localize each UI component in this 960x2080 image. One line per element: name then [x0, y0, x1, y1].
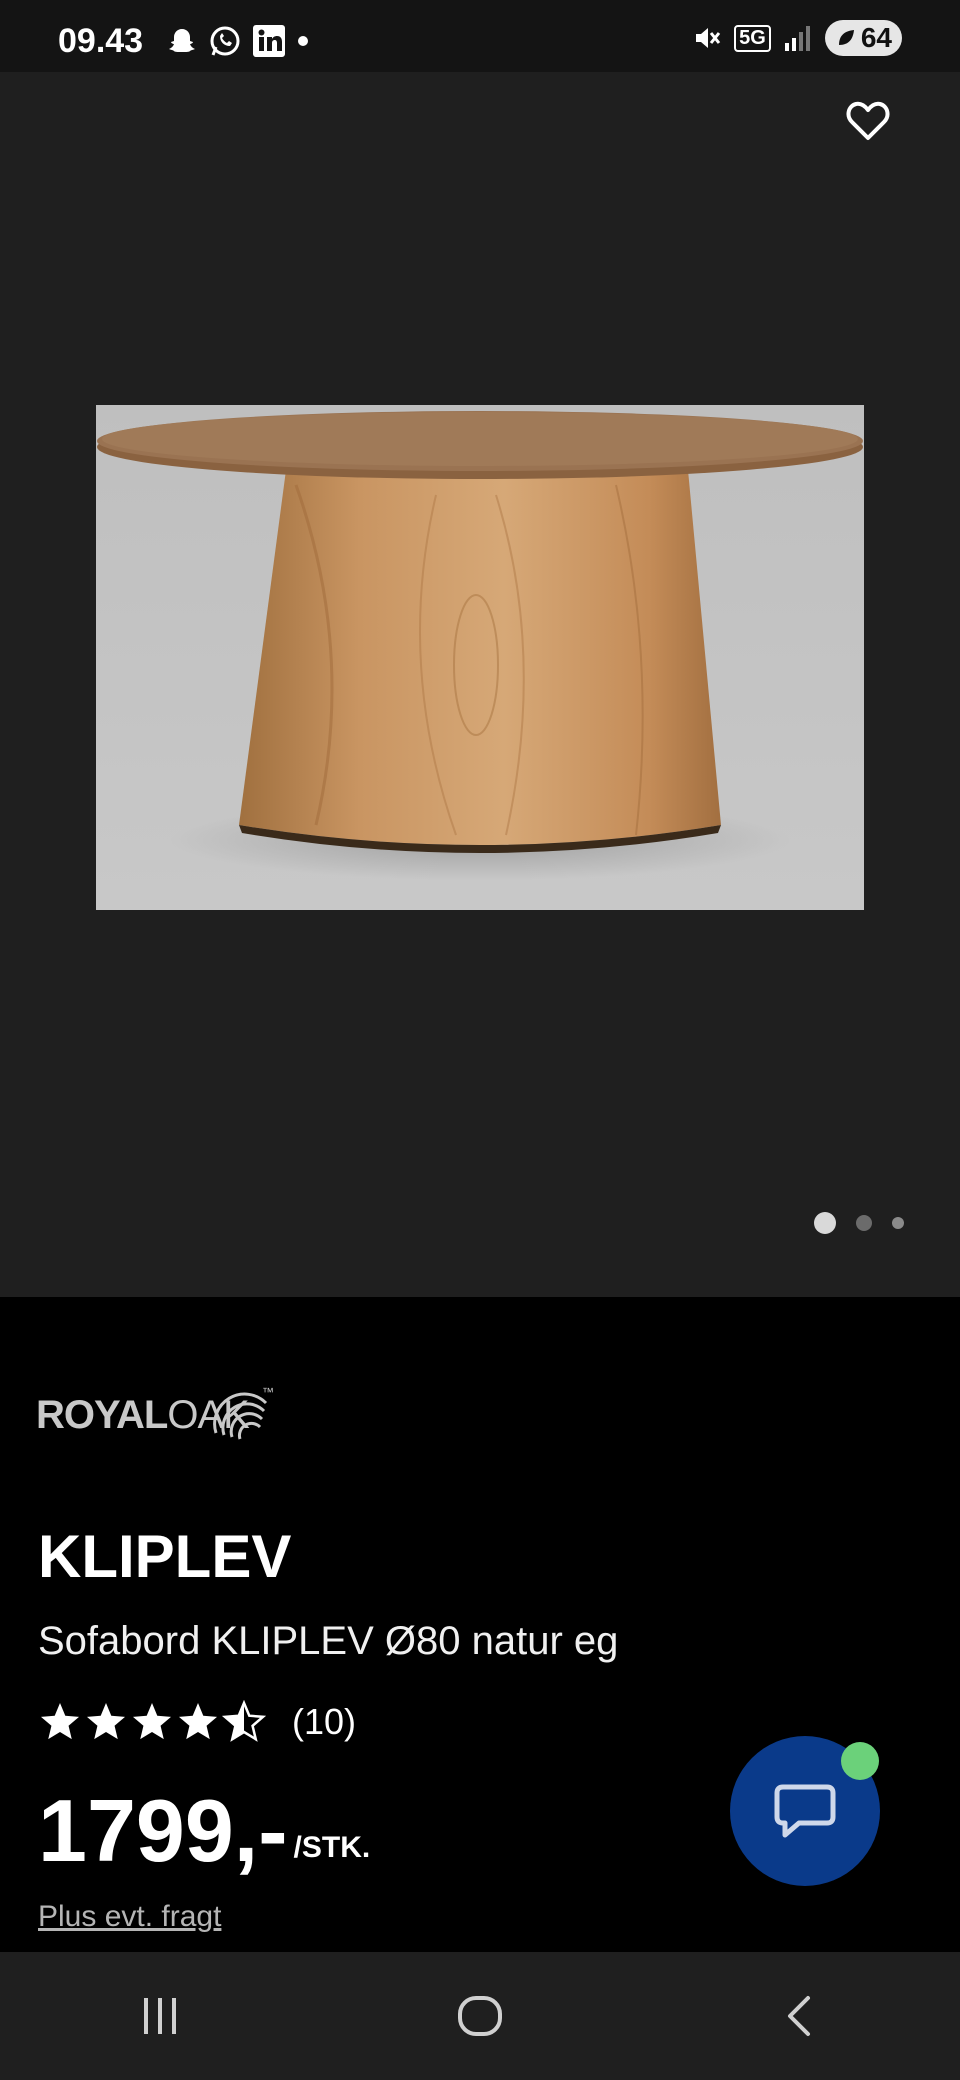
star-full-icon [178, 1703, 218, 1740]
system-icons: 5G 64 [690, 20, 902, 56]
recent-apps-button[interactable] [120, 1976, 200, 2056]
rating-stars [40, 1700, 266, 1742]
product-name: KLIPLEV [38, 1523, 292, 1590]
system-navigation-bar [0, 1952, 960, 2080]
gallery-pagination [814, 1212, 904, 1234]
status-bar: 09.43 5G 64 [0, 0, 960, 72]
back-chevron-icon [788, 1996, 810, 2036]
chat-bubble-icon [774, 1784, 836, 1838]
brand-trademark: ™ [262, 1385, 274, 1399]
snapchat-icon [169, 29, 195, 52]
star-full-icon [132, 1703, 172, 1740]
gallery-dot-1[interactable] [814, 1212, 836, 1234]
linkedin-icon [253, 25, 285, 57]
signal-icon [784, 26, 810, 51]
battery-percent: 64 [860, 22, 892, 53]
home-button[interactable] [440, 1976, 520, 2056]
price-value: 1799,- [38, 1781, 288, 1880]
coffee-table-illustration [96, 405, 864, 910]
chat-online-indicator [841, 1742, 879, 1780]
mute-icon [696, 28, 721, 48]
product-image-gallery[interactable] [0, 72, 960, 1297]
status-time: 09.43 [58, 22, 144, 60]
more-notifications-dot-icon [298, 36, 308, 46]
product-rating[interactable]: (10) [38, 1700, 356, 1744]
product-image[interactable] [96, 405, 864, 910]
recent-apps-icon [144, 1998, 176, 2034]
brand-name-part1: ROYAL [36, 1393, 168, 1437]
price-unit: /STK. [293, 1831, 371, 1864]
shipping-note-link[interactable]: Plus evt. fragt [38, 1900, 221, 1934]
product-description: Sofabord KLIPLEV Ø80 natur eg [38, 1619, 619, 1663]
home-icon [458, 1996, 502, 2036]
gallery-dot-3[interactable] [892, 1217, 904, 1229]
star-full-icon [40, 1703, 80, 1740]
notification-icons [166, 24, 310, 58]
battery-indicator: 64 [824, 20, 902, 56]
gallery-dot-2[interactable] [856, 1215, 872, 1231]
star-full-icon [86, 1703, 126, 1740]
battery-saver-leaf-icon [838, 30, 854, 45]
heart-outline-icon [846, 101, 890, 140]
rating-count: (10) [292, 1701, 357, 1742]
brand-logo: ROYALOAK ™ [36, 1385, 274, 1440]
whatsapp-icon [210, 26, 240, 56]
back-button[interactable] [760, 1976, 840, 2056]
favorite-button[interactable] [844, 96, 892, 144]
price-block: 1799,- /STK. [38, 1787, 370, 1875]
network-type-label: 5G [734, 24, 771, 52]
